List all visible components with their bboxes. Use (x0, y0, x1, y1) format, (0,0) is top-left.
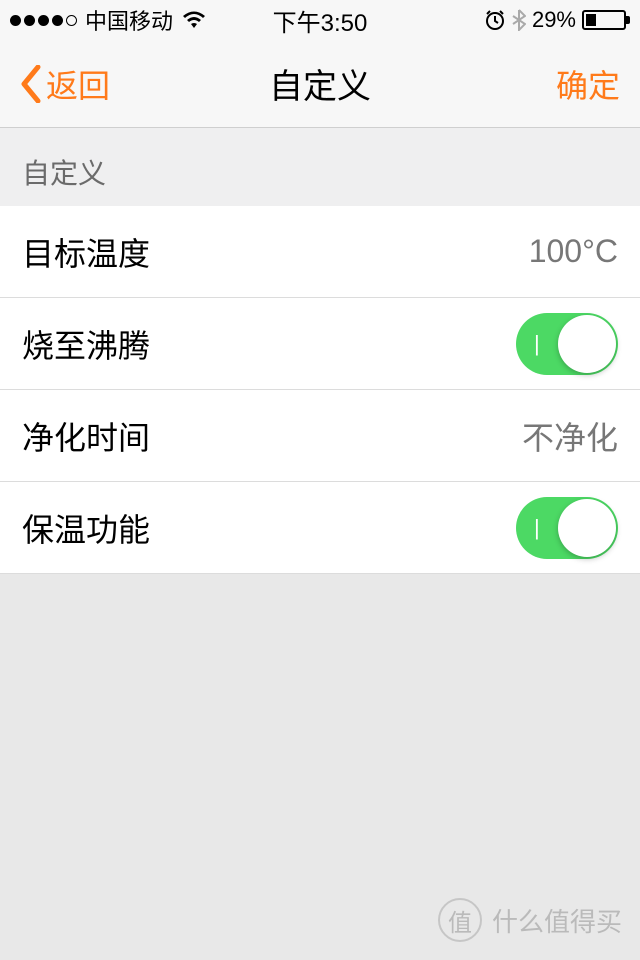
back-button[interactable]: 返回 (20, 61, 110, 107)
toggle-knob (558, 499, 616, 557)
bluetooth-icon (512, 9, 526, 31)
status-time: 下午3:50 (273, 3, 368, 38)
boil-toggle[interactable]: | (516, 313, 618, 375)
nav-bar: 返回 自定义 确定 (0, 40, 640, 128)
row-label: 烧至沸腾 (22, 321, 150, 367)
wifi-icon (181, 10, 207, 30)
keep-warm-toggle[interactable]: | (516, 497, 618, 559)
row-label: 目标温度 (22, 229, 150, 275)
watermark: 值 什么值得买 (438, 898, 622, 942)
alarm-icon (484, 9, 506, 31)
signal-strength-icon (10, 15, 77, 26)
confirm-button[interactable]: 确定 (556, 61, 620, 107)
toggle-knob (558, 315, 616, 373)
battery-icon (582, 10, 630, 30)
status-left: 中国移动 (10, 4, 207, 36)
chevron-left-icon (20, 65, 42, 103)
row-keep-warm: 保温功能 | (0, 482, 640, 574)
row-label: 保温功能 (22, 505, 150, 551)
row-value: 100°C (529, 233, 618, 270)
status-bar: 中国移动 下午3:50 29% (0, 0, 640, 40)
toggle-on-mark: | (534, 331, 540, 357)
watermark-badge-icon: 值 (438, 898, 482, 942)
row-label: 净化时间 (22, 413, 150, 459)
status-right: 29% (484, 7, 630, 33)
page-title: 自定义 (269, 59, 371, 108)
back-label: 返回 (46, 61, 110, 107)
row-value: 不净化 (522, 413, 618, 459)
row-purify-time[interactable]: 净化时间 不净化 (0, 390, 640, 482)
settings-list: 目标温度 100°C 烧至沸腾 | 净化时间 不净化 保温功能 | (0, 206, 640, 574)
row-target-temperature[interactable]: 目标温度 100°C (0, 206, 640, 298)
battery-percent: 29% (532, 7, 576, 33)
carrier-label: 中国移动 (85, 4, 173, 36)
watermark-text: 什么值得买 (492, 902, 622, 939)
row-boil: 烧至沸腾 | (0, 298, 640, 390)
toggle-on-mark: | (534, 515, 540, 541)
section-header: 自定义 (0, 128, 640, 206)
